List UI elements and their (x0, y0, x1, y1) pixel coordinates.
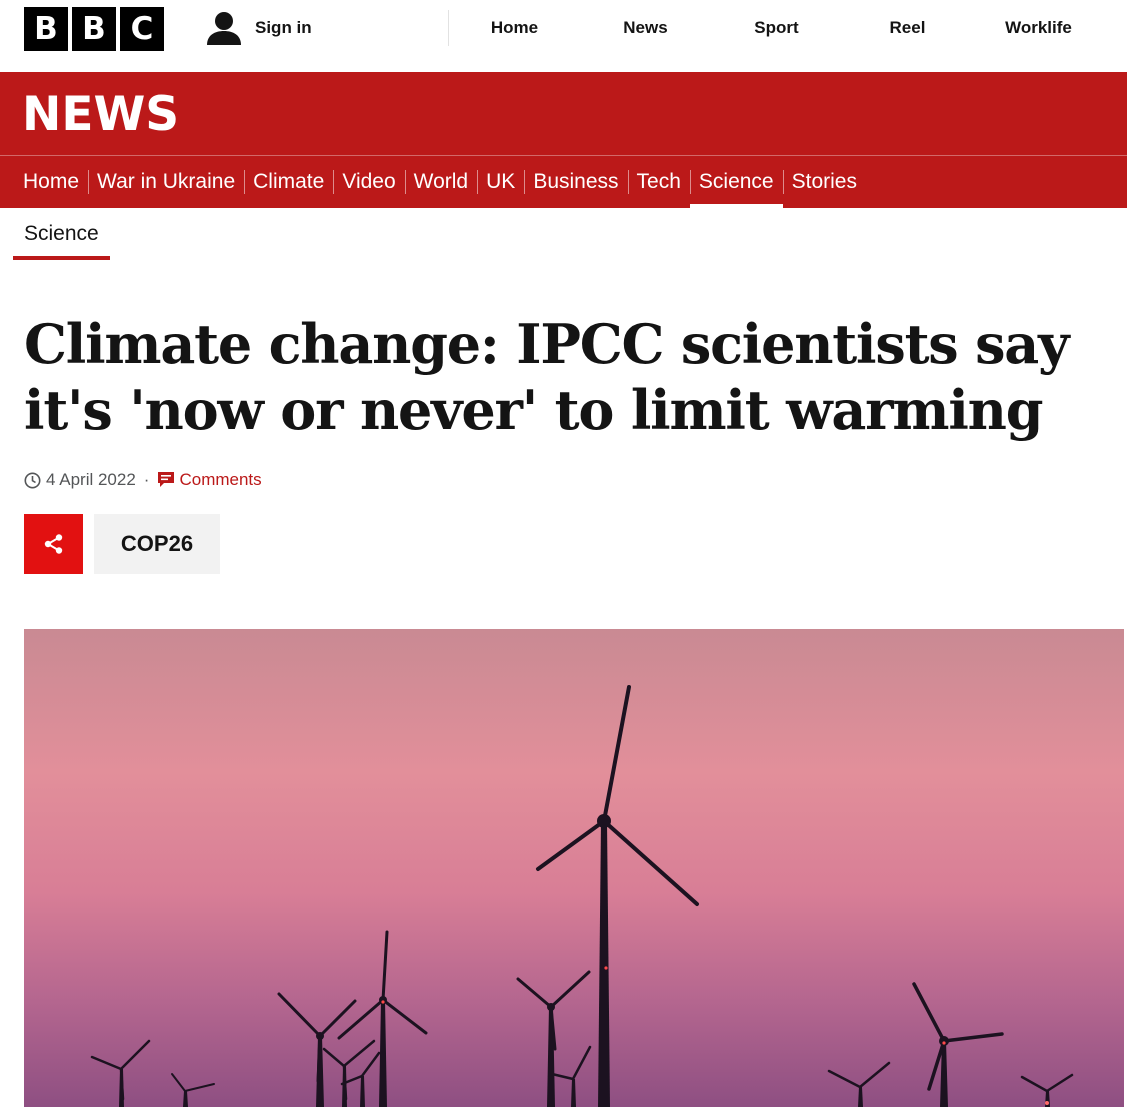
top-nav-sport[interactable]: Sport (711, 10, 842, 46)
top-nav-worklife[interactable]: Worklife (973, 10, 1104, 46)
section-item-home[interactable]: Home (14, 156, 88, 208)
top-nav-reel[interactable]: Reel (842, 10, 973, 46)
bbc-logo-letter: B (72, 7, 116, 51)
meta-separator: · (143, 470, 150, 489)
bbc-logo-letter: B (24, 7, 68, 51)
section-item-climate[interactable]: Climate (244, 156, 333, 208)
article-meta: 4 April 2022 · Comments (24, 467, 262, 493)
share-button[interactable] (24, 514, 83, 574)
sign-in-label: Sign in (255, 18, 312, 37)
active-underline (13, 256, 110, 260)
hero-image-wind-turbines (24, 629, 1124, 1107)
bbc-top-bar: B B C Sign in Home News Sport Reel Workl… (0, 0, 1127, 73)
section-item-uk[interactable]: UK (477, 156, 524, 208)
section-item-world[interactable]: World (404, 156, 477, 208)
sign-in-link[interactable]: Sign in (205, 8, 312, 48)
top-nav-home[interactable]: Home (449, 10, 580, 46)
section-item-business[interactable]: Business (524, 156, 627, 208)
bbc-logo[interactable]: B B C (24, 7, 164, 51)
section-item-war-in-ukraine[interactable]: War in Ukraine (88, 156, 244, 208)
top-navigation: Home News Sport Reel Worklife (448, 10, 1104, 46)
top-nav-news[interactable]: News (580, 10, 711, 46)
article-headline: Climate change: IPCC scientists say it's… (24, 312, 1069, 442)
section-item-stories[interactable]: Stories (782, 156, 866, 208)
comments-label: Comments (179, 470, 262, 489)
comment-icon (157, 471, 175, 489)
secondary-nav-science[interactable]: Science (13, 216, 110, 260)
section-item-tech[interactable]: Tech (627, 156, 690, 208)
clock-icon (24, 472, 41, 489)
user-icon (205, 9, 243, 47)
share-icon (43, 533, 65, 555)
section-item-science[interactable]: Science (689, 156, 783, 208)
secondary-nav-label: Science (24, 222, 99, 245)
section-navigation: Home War in Ukraine Climate Video World … (14, 156, 866, 208)
section-item-video[interactable]: Video (333, 156, 404, 208)
article-date: 4 April 2022 (46, 470, 136, 489)
topic-tag-cop26[interactable]: COP26 (94, 514, 220, 574)
comments-link[interactable]: Comments (157, 470, 262, 490)
news-logo[interactable]: NEWS (22, 87, 179, 143)
bbc-logo-letter: C (120, 7, 164, 51)
